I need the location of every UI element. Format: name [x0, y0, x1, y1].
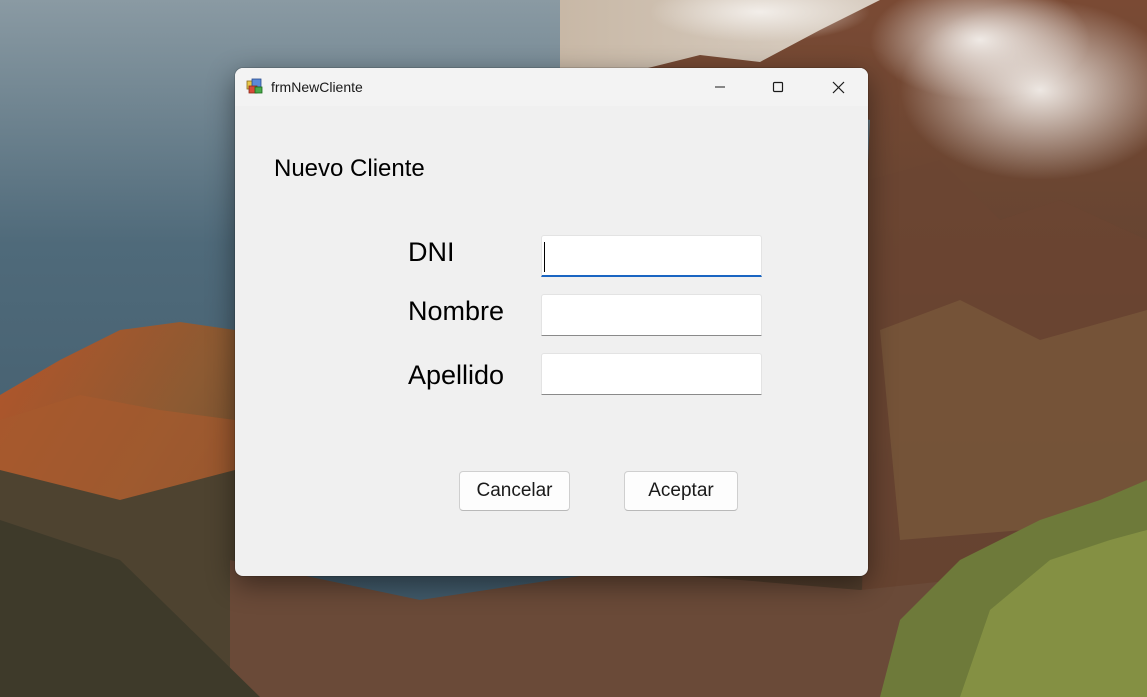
accept-button[interactable]: Aceptar [624, 471, 738, 511]
text-caret [544, 242, 545, 272]
nombre-label: Nombre [408, 296, 505, 326]
nombre-input[interactable] [541, 294, 762, 336]
dni-input[interactable] [541, 235, 762, 277]
form-client-area: Nuevo Cliente DNI Nombre Apellido Cancel… [235, 106, 868, 576]
form-heading: Nuevo Cliente [274, 155, 425, 182]
apellido-label: Apellido [408, 360, 505, 390]
minimize-button[interactable] [691, 68, 749, 106]
minimize-icon [715, 86, 725, 88]
apellido-input[interactable] [541, 353, 762, 395]
dni-label: DNI [408, 237, 455, 267]
form-window: frmNewCliente Nuevo Cliente DNI Nombre A… [235, 68, 868, 576]
cancel-button[interactable]: Cancelar [459, 471, 570, 511]
window-title: frmNewCliente [271, 79, 363, 95]
close-icon [832, 81, 844, 93]
maximize-button[interactable] [749, 68, 807, 106]
maximize-icon [772, 81, 784, 93]
title-bar[interactable]: frmNewCliente [235, 68, 868, 106]
winforms-app-icon [246, 78, 263, 95]
close-button[interactable] [809, 68, 867, 106]
